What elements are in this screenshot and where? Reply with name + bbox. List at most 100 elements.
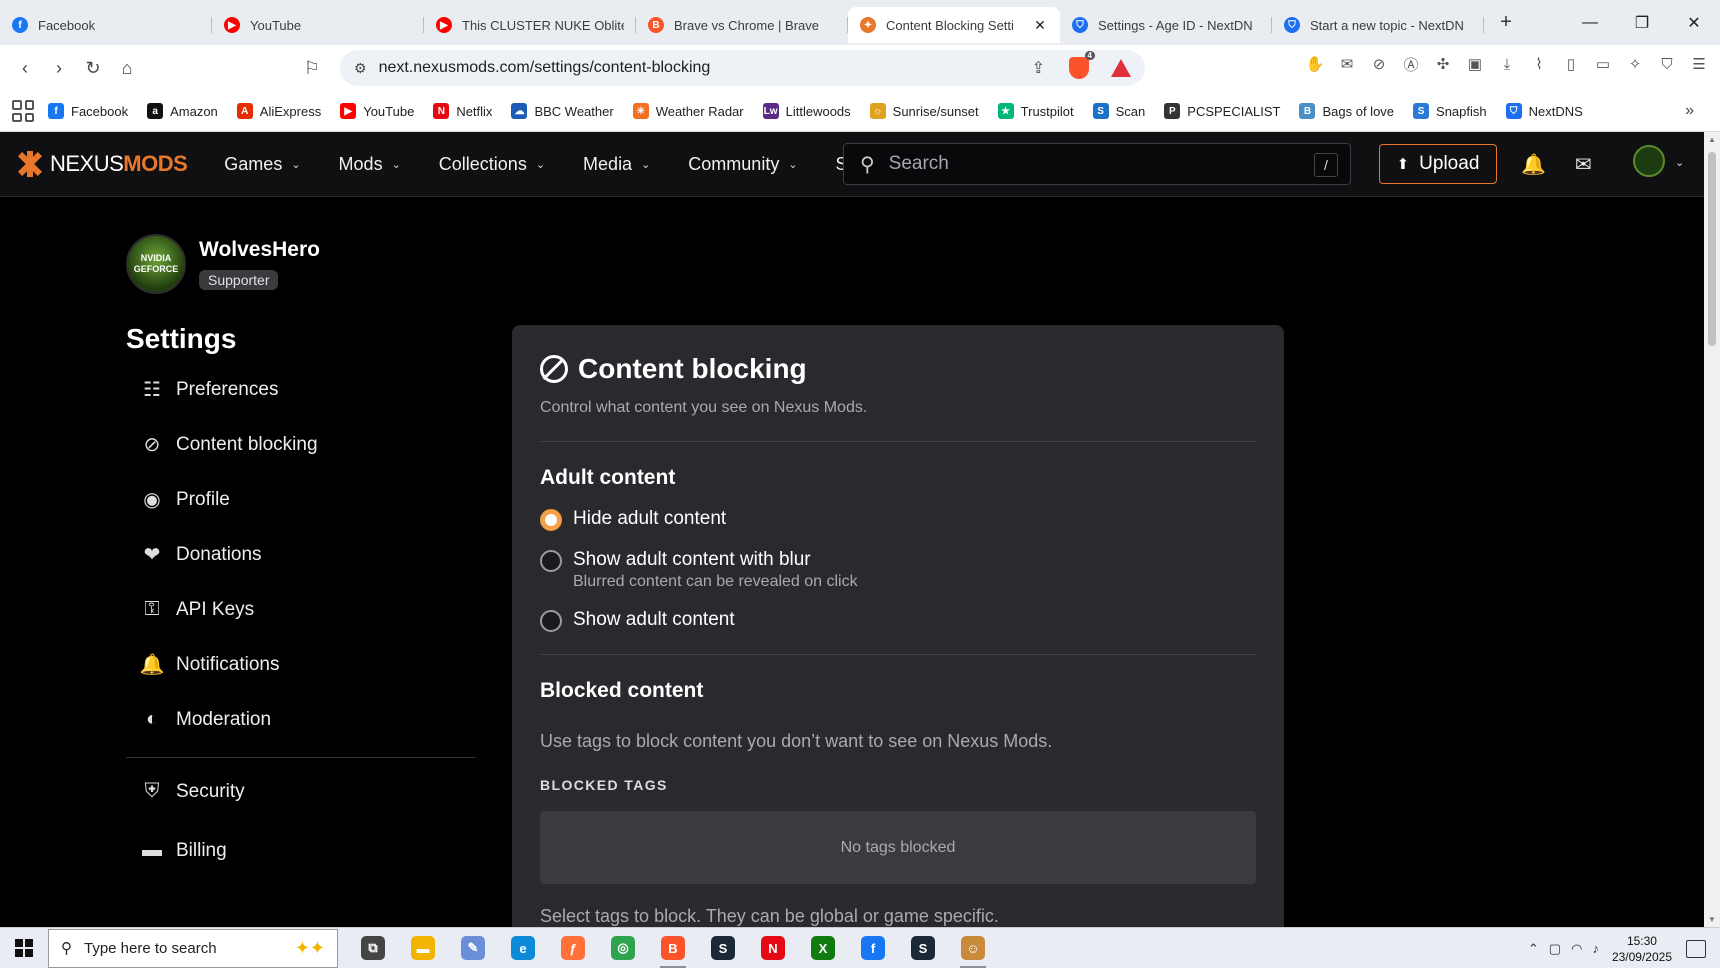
clock[interactable]: 15:30 23/09/2025 — [1612, 933, 1672, 965]
new-tab-button[interactable]: + — [1490, 11, 1522, 34]
scroll-up-arrow[interactable]: ▲ — [1708, 135, 1716, 144]
nav-item-mods[interactable]: Mods ⌄ — [339, 154, 401, 175]
scroll-down-arrow[interactable]: ▼ — [1708, 915, 1716, 924]
browser-tab[interactable]: ⛉ Settings - Age ID - NextDN — [1060, 7, 1272, 43]
user-avatar-menu[interactable] — [1633, 145, 1665, 177]
bookmark-item[interactable]: ☀ Weather Radar — [632, 103, 744, 119]
browser-tab[interactable]: f Facebook — [0, 7, 212, 43]
back-button[interactable]: ‹ — [8, 51, 42, 85]
taskbar-search-input[interactable]: Type here to search — [84, 940, 217, 957]
brave-shields-icon[interactable]: 4 — [1069, 51, 1095, 79]
browser-tab[interactable]: ▶ This CLUSTER NUKE Obliter — [424, 7, 636, 43]
sidebar-item-moderation[interactable]: ◐ Moderation — [126, 692, 476, 747]
taskbar-app[interactable]: ▬ — [398, 928, 448, 968]
taskbar-app[interactable]: X — [798, 928, 848, 968]
home-button[interactable]: ⌂ — [110, 51, 144, 85]
radio-button[interactable] — [540, 610, 562, 632]
reload-button[interactable]: ↻ — [76, 51, 110, 85]
address-bar[interactable]: ⚙ next.nexusmods.com/settings/content-bl… — [340, 50, 1145, 86]
taskbar-app[interactable]: ⧉ — [348, 928, 398, 968]
taskbar-app[interactable]: ◎ — [598, 928, 648, 968]
search-box[interactable]: ⚲ Search / — [843, 143, 1351, 185]
vpn-icon[interactable]: ⛉ — [1656, 53, 1678, 75]
sidebar-item-security[interactable]: ⛨ Security — [126, 757, 476, 823]
scrollbar-thumb[interactable] — [1708, 152, 1716, 346]
page-scrollbar[interactable]: ▲ ▼ — [1704, 132, 1720, 927]
sidebar-item-api-keys[interactable]: ⚿ API Keys — [126, 582, 476, 637]
extensions-puzzle-icon[interactable]: ✣ — [1432, 53, 1454, 75]
notifications-bell-icon[interactable]: 🔔 — [1521, 152, 1546, 177]
adult-option[interactable]: Hide adult content — [540, 508, 1256, 531]
browser-tab[interactable]: ⛉ Start a new topic - NextDN — [1272, 7, 1484, 43]
start-button[interactable] — [0, 928, 48, 968]
notification-center-icon[interactable] — [1686, 939, 1706, 958]
close-tab-icon[interactable]: ✕ — [1032, 17, 1048, 34]
taskbar-app[interactable]: N — [748, 928, 798, 968]
downloads-icon[interactable]: ⤓ — [1496, 53, 1518, 75]
show-hidden-icons[interactable]: ⌃ — [1528, 941, 1539, 957]
taskbar-app[interactable]: ✎ — [448, 928, 498, 968]
meet-now-icon[interactable]: ▢ — [1549, 941, 1561, 957]
bookmark-item[interactable]: a Amazon — [147, 103, 218, 119]
forward-button[interactable]: › — [42, 51, 76, 85]
network-icon[interactable]: ◠ — [1571, 941, 1582, 957]
taskbar-app[interactable]: ƒ — [548, 928, 598, 968]
url-text[interactable]: next.nexusmods.com/settings/content-bloc… — [379, 59, 711, 77]
bookmark-item[interactable]: ▶ YouTube — [340, 103, 414, 119]
sidebar-item-preferences[interactable]: ☷ Preferences — [126, 362, 476, 417]
adult-option[interactable]: Show adult content with blur Blurred cont… — [540, 549, 1256, 591]
leo-ai-icon[interactable]: ✧ — [1624, 53, 1646, 75]
sidebar-toggle-icon[interactable]: ▯ — [1560, 53, 1582, 75]
bookmark-item[interactable]: S Snapfish — [1413, 103, 1487, 119]
taskbar-search[interactable]: ⚲ Type here to search ✦✦ — [48, 928, 338, 968]
bookmark-item[interactable]: f Facebook — [48, 103, 128, 119]
bookmark-item[interactable]: S Scan — [1092, 103, 1145, 119]
taskbar-app[interactable]: S — [898, 928, 948, 968]
mail-extension-icon[interactable]: ✉ — [1336, 53, 1358, 75]
apps-grid-icon[interactable] — [12, 100, 34, 122]
ai-extension-icon[interactable]: Ⓐ — [1400, 53, 1422, 75]
cast-icon[interactable]: ⌇ — [1528, 53, 1550, 75]
menu-icon[interactable]: ☰ — [1688, 53, 1710, 75]
bookmark-item[interactable]: ☁ BBC Weather — [511, 103, 614, 119]
nav-item-games[interactable]: Games ⌄ — [224, 154, 300, 175]
sidebar-item-profile[interactable]: ◉ Profile — [126, 472, 476, 527]
taskbar-app[interactable]: f — [848, 928, 898, 968]
more-bookmarks-icon[interactable]: » — [1685, 102, 1694, 120]
bookmark-item[interactable]: B Bags of love — [1299, 103, 1394, 119]
bookmark-item[interactable]: ☼ Sunrise/sunset — [869, 103, 979, 119]
radio-button[interactable] — [540, 550, 562, 572]
radio-button[interactable] — [540, 509, 562, 531]
taskbar-app[interactable]: e — [498, 928, 548, 968]
bookmark-item[interactable]: P PCSPECIALIST — [1164, 103, 1280, 119]
share-icon[interactable]: ⇪ — [1032, 58, 1045, 78]
bookmark-page-button[interactable]: ⚐ — [295, 51, 329, 85]
nav-item-collections[interactable]: Collections ⌄ — [439, 154, 545, 175]
browser-tab[interactable]: B Brave vs Chrome | Brave — [636, 7, 848, 43]
upload-button[interactable]: ⬆ Upload — [1379, 144, 1497, 184]
messages-icon[interactable]: ✉ — [1575, 152, 1592, 177]
bookmark-item[interactable]: ★ Trustpilot — [997, 103, 1074, 119]
sidebar-item-content-blocking[interactable]: ⊘ Content blocking — [126, 417, 476, 472]
chevron-down-icon[interactable]: ⌄ — [1675, 156, 1684, 169]
close-window-button[interactable]: ✕ — [1668, 0, 1720, 45]
sidebar-item-notifications[interactable]: 🔔 Notifications — [126, 637, 476, 692]
taskbar-app[interactable]: S — [698, 928, 748, 968]
nexusmods-logo[interactable]: NEXUSMODS — [16, 151, 188, 177]
site-info-icon[interactable]: ⚙ — [354, 60, 367, 77]
taskbar-app[interactable]: ☺ — [948, 928, 998, 968]
wallet-icon[interactable]: ▭ — [1592, 53, 1614, 75]
nav-item-media[interactable]: Media ⌄ — [583, 154, 650, 175]
sidebar-item-billing[interactable]: ▬ Billing — [126, 823, 476, 878]
nav-item-community[interactable]: Community ⌄ — [688, 154, 797, 175]
extension-icon[interactable]: ✋ — [1304, 53, 1326, 75]
bookmark-item[interactable]: N Netflix — [433, 103, 492, 119]
restore-button[interactable]: ❐ — [1616, 0, 1668, 45]
sidebar-item-donations[interactable]: ❤ Donations — [126, 527, 476, 582]
bookmark-item[interactable]: Lw Littlewoods — [762, 103, 851, 119]
blocker-extension-icon[interactable]: ⊘ — [1368, 53, 1390, 75]
minimize-button[interactable]: — — [1564, 0, 1616, 45]
browser-tab[interactable]: ▶ YouTube — [212, 7, 424, 43]
taskbar-app[interactable]: B — [648, 928, 698, 968]
adult-option[interactable]: Show adult content — [540, 609, 1256, 632]
